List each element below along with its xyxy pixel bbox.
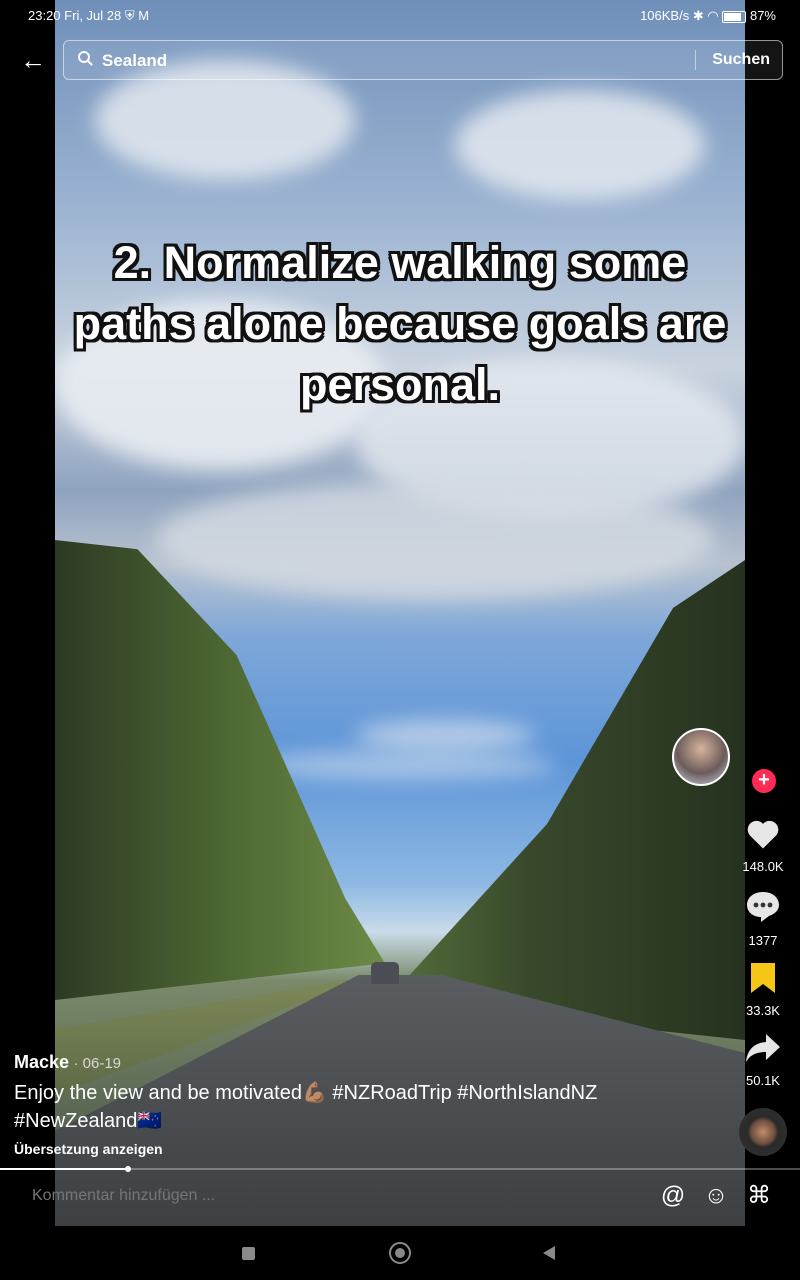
search-divider — [695, 50, 696, 70]
status-bar-right: 106KB/s ✱ ◠ 87% — [640, 8, 776, 24]
system-navigation-bar — [0, 1226, 800, 1280]
date: Fri, Jul 28 — [64, 8, 122, 23]
status-bar-left: 23:20 Fri, Jul 28 ⛨ M — [28, 8, 149, 24]
search-icon — [78, 51, 90, 63]
wifi-icon: ◠ — [707, 8, 719, 23]
bluetooth-icon: ✱ — [692, 8, 704, 23]
shield-icon: ⛨ — [124, 8, 135, 23]
cloud — [355, 720, 535, 750]
share-arrow-icon — [746, 1034, 780, 1062]
search-box[interactable]: Sealand Suchen — [63, 40, 783, 80]
top-bar: ← Sealand Suchen — [0, 40, 800, 80]
battery-icon — [722, 10, 747, 23]
cloud — [155, 480, 715, 600]
comment-bubble-icon — [747, 892, 779, 922]
network-speed: 106KB/s — [640, 8, 690, 23]
search-submit-button[interactable]: Suchen — [712, 51, 770, 69]
search-query[interactable]: Sealand — [102, 51, 167, 71]
like-button[interactable]: 148.0K — [730, 818, 796, 874]
bookmark-button[interactable]: 33.3K — [730, 962, 796, 1018]
mail-icon: M — [138, 8, 150, 23]
battery-level: 87% — [749, 8, 776, 23]
recent-apps-icon[interactable] — [242, 1247, 255, 1260]
bookmark-count: 33.3K — [746, 1003, 780, 1018]
emoji-icon[interactable]: ☺ — [702, 1182, 730, 1210]
share-count: 50.1K — [746, 1073, 780, 1088]
home-icon[interactable] — [389, 1242, 411, 1264]
post-date: · 06-19 — [73, 1055, 122, 1072]
like-count: 148.0K — [742, 859, 784, 874]
comment-bar: @ ☺ ⌘ — [0, 1170, 800, 1226]
mention-icon[interactable]: @ — [659, 1182, 687, 1210]
author-name[interactable]: Macke — [14, 1052, 69, 1072]
creator-avatar[interactable] — [672, 728, 730, 786]
bookmark-icon — [751, 963, 775, 993]
comment-count: 1377 — [748, 933, 778, 948]
cloud — [255, 750, 555, 780]
music-disc-icon[interactable] — [739, 1108, 787, 1156]
comment-input[interactable] — [30, 1186, 534, 1206]
back-arrow-icon[interactable]: ← — [20, 47, 46, 73]
post-description[interactable]: Enjoy the view and be motivated💪🏽 #NZRoa… — [14, 1079, 704, 1135]
share-button[interactable]: 50.1K — [730, 1032, 796, 1088]
car — [371, 962, 399, 984]
tree-line-right — [385, 560, 745, 1040]
comment-button[interactable]: 1377 — [730, 890, 796, 948]
clock: 23:20 — [28, 8, 61, 23]
back-triangle-icon[interactable] — [543, 1246, 555, 1260]
gift-icon[interactable]: ⌘ — [745, 1182, 773, 1210]
post-caption: Macke · 06-19 Enjoy the view and be moti… — [14, 1052, 704, 1157]
cloud — [455, 90, 705, 200]
follow-button[interactable]: + — [752, 769, 776, 793]
translate-link[interactable]: Übersetzung anzeigen — [14, 1141, 704, 1157]
status-bar: 23:20 Fri, Jul 28 ⛨ M 106KB/s ✱ ◠ 87% — [0, 0, 800, 30]
heart-icon — [747, 820, 779, 849]
video-player[interactable] — [55, 0, 745, 1226]
video-overlay-text: 2. Normalize walking some paths alone be… — [73, 237, 727, 410]
